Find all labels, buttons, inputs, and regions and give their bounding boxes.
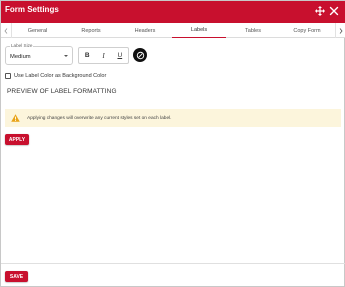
use-label-color-label: Use Label Color as Background Color [14,73,107,79]
preview-title: PREVIEW OF LABEL FORMATTING [7,88,117,95]
tab-scroll-right-button[interactable] [336,23,345,38]
tab-tables[interactable]: Tables [226,23,280,38]
label-size-value: Medium [10,54,31,60]
use-label-color-row[interactable]: Use Label Color as Background Color [5,72,106,80]
label-size-select[interactable]: Label Size Medium [5,43,73,65]
italic-button[interactable]: I [95,48,111,63]
footer-divider [1,263,345,264]
label-color-button[interactable] [133,48,147,62]
bold-button[interactable]: B [79,48,95,63]
warning-message: Applying changes will overwrite any curr… [27,115,172,121]
title-bar: Form Settings [1,1,345,23]
tab-bar: General Reports Headers Labels Tables Co… [1,23,345,38]
tab-copy-form[interactable]: Copy Form [280,23,334,38]
text-format-group: B I U [78,47,129,64]
use-label-color-checkbox[interactable] [5,73,11,79]
tab-headers[interactable]: Headers [118,23,172,38]
tab-general[interactable]: General [11,23,64,38]
chevron-left-icon [4,27,8,34]
warning-icon [11,114,20,122]
label-size-legend: Label Size [10,43,34,49]
warning-banner: Applying changes will overwrite any curr… [5,109,341,127]
tab-labels[interactable]: Labels [172,23,226,38]
form-settings-dialog: Form Settings General Reports Headers La… [0,0,345,287]
dialog-title: Form Settings [5,5,59,14]
caret-down-icon [64,55,68,57]
move-icon[interactable] [315,6,325,16]
underline-button[interactable]: U [112,48,128,63]
tab-reports[interactable]: Reports [64,23,118,38]
chevron-right-icon [339,27,343,34]
apply-button[interactable]: APPLY [5,134,29,145]
palette-icon [136,51,144,59]
save-button[interactable]: SAVE [5,271,28,282]
tab-scroll-left-button[interactable] [1,23,11,38]
close-icon[interactable] [329,6,339,16]
